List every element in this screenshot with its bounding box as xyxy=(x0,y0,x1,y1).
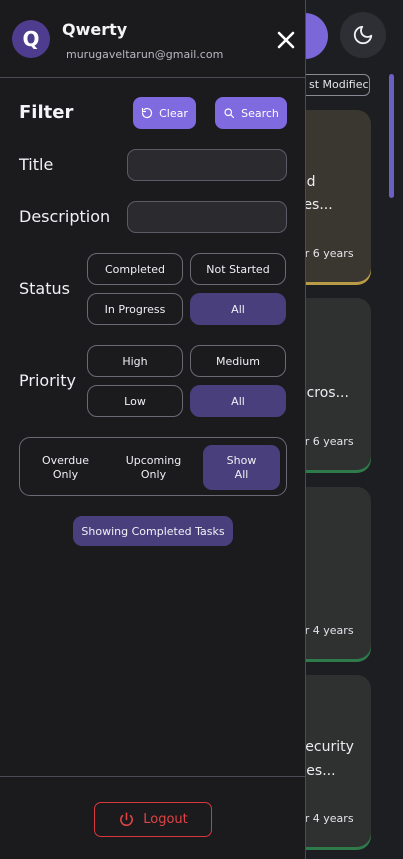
title-input[interactable] xyxy=(127,149,287,181)
clear-button[interactable]: Clear xyxy=(133,97,196,129)
header-divider xyxy=(0,77,305,78)
theme-toggle-button[interactable] xyxy=(340,12,386,58)
search-icon xyxy=(224,108,235,119)
filter-drawer: Q Qwerty murugaveltarun@gmail.com Filter… xyxy=(0,0,306,859)
filter-heading: Filter xyxy=(19,102,74,123)
task-card-date: er 6 years xyxy=(298,247,354,260)
logout-label: Logout xyxy=(143,812,188,827)
task-card-date: er 4 years xyxy=(298,624,354,637)
title-label: Title xyxy=(19,155,54,174)
show-all-option[interactable]: Show All xyxy=(203,445,280,490)
task-card-date: er 4 years xyxy=(298,812,354,825)
due-filter-group: Overdue Only Upcoming Only Show All xyxy=(19,437,287,496)
task-card-date: er 6 years xyxy=(298,435,354,448)
scrollbar-thumb[interactable] xyxy=(389,74,394,198)
footer-divider xyxy=(0,776,305,777)
priority-label: Priority xyxy=(19,371,76,390)
close-icon xyxy=(277,31,295,49)
status-chip-not-started[interactable]: Not Started xyxy=(190,253,286,285)
overdue-only-option[interactable]: Overdue Only xyxy=(27,445,104,490)
status-chip-in-progress[interactable]: In Progress xyxy=(87,293,183,325)
avatar: Q xyxy=(12,20,50,58)
search-button[interactable]: Search xyxy=(215,97,287,129)
status-label: Status xyxy=(19,279,70,298)
task-card-title: security xyxy=(298,739,354,755)
logout-button[interactable]: Logout xyxy=(94,802,212,837)
clear-button-label: Clear xyxy=(159,106,188,120)
description-input[interactable] xyxy=(127,201,287,233)
upcoming-only-option[interactable]: Upcoming Only xyxy=(115,445,192,490)
close-drawer-button[interactable] xyxy=(274,28,298,52)
description-label: Description xyxy=(19,207,111,226)
priority-chip-low[interactable]: Low xyxy=(87,385,183,417)
priority-chip-all[interactable]: All xyxy=(190,385,286,417)
status-badge: Showing Completed Tasks xyxy=(73,516,233,546)
search-button-label: Search xyxy=(241,106,279,120)
reset-icon xyxy=(142,107,153,119)
status-chip-completed[interactable]: Completed xyxy=(87,253,183,285)
moon-icon xyxy=(353,25,373,45)
user-name: Qwerty xyxy=(62,20,128,39)
user-email: murugaveltarun@gmail.com xyxy=(66,48,224,61)
priority-chip-high[interactable]: High xyxy=(87,345,183,377)
priority-chip-medium[interactable]: Medium xyxy=(190,345,286,377)
power-icon xyxy=(120,812,134,827)
status-chip-all[interactable]: All xyxy=(190,293,286,325)
